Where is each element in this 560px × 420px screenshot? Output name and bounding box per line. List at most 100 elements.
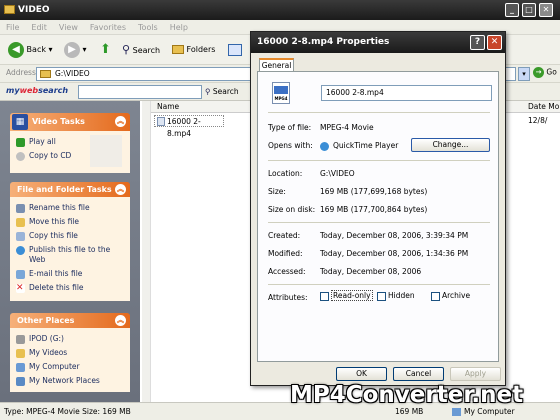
type-value: MPEG-4 Movie [320, 123, 374, 132]
checkbox-box[interactable] [431, 291, 440, 301]
size-value: 169 MB (177,699,168 bytes) [320, 187, 428, 196]
video-tasks-panel: ▦ Video Tasks ︽ Play all Copy to CD [10, 113, 130, 173]
folder-icon [16, 348, 25, 358]
views-icon [228, 43, 242, 56]
folder-icon [40, 70, 51, 78]
forward-button[interactable]: ▶ ▾ [64, 41, 87, 59]
status-text: Type: MPEG-4 Movie Size: 169 MB [4, 407, 131, 416]
menu-tools[interactable]: Tools [138, 23, 158, 32]
watermark-text: MP4Converter.net [290, 382, 524, 408]
file-row[interactable]: 16000 2-8.mp4 [154, 115, 224, 138]
address-dropdown-button[interactable]: ▾ [518, 67, 530, 81]
apply-button[interactable]: Apply [450, 367, 501, 381]
folders-button[interactable]: Folders [172, 41, 215, 59]
task-copy[interactable]: Copy this file [16, 229, 124, 243]
place-my-videos[interactable]: My Videos [16, 346, 124, 360]
task-pane: ▦ Video Tasks ︽ Play all Copy to CD File… [0, 101, 140, 402]
other-places-title: Other Places [17, 316, 75, 325]
video-tasks-header[interactable]: ▦ Video Tasks ︽ [10, 113, 130, 131]
tab-general[interactable]: General [259, 58, 294, 72]
file-folder-tasks-body: Rename this file Move this file Copy thi… [10, 197, 130, 301]
views-button[interactable] [228, 41, 242, 59]
up-arrow-icon: ⬆ [100, 42, 111, 57]
menu-view[interactable]: View [59, 23, 78, 32]
properties-dialog: 16000 2-8.mp4 Properties ? ✕ General MPG… [250, 31, 506, 386]
computer-icon [16, 362, 25, 372]
web-search-input[interactable] [78, 85, 202, 99]
move-icon [16, 217, 25, 227]
location-value: G:\VIDEO [320, 169, 355, 178]
other-places-header[interactable]: Other Places ︽ [10, 313, 130, 328]
chevron-up-icon[interactable]: ︽ [115, 315, 126, 326]
place-ipod[interactable]: IPOD (G:) [16, 332, 124, 346]
go-button[interactable]: → Go [533, 67, 557, 78]
window-titlebar: VIDEO _ □ ✕ [0, 0, 560, 20]
folders-icon [172, 45, 184, 54]
size-on-disk-value: 169 MB (177,700,864 bytes) [320, 205, 428, 214]
location-label: Location: [268, 169, 303, 178]
other-places-body: IPOD (G:) My Videos My Computer My Netwo… [10, 328, 130, 392]
type-label: Type of file: [268, 123, 312, 132]
size-label: Size: [268, 187, 286, 196]
search-label: Search [132, 46, 161, 55]
general-tab-panel: MPG4 16000 2-8.mp4 Type of file: MPEG-4 … [257, 71, 499, 362]
readonly-checkbox[interactable]: Read-only [320, 290, 373, 301]
divider [268, 284, 490, 285]
attributes-label: Attributes: [268, 293, 308, 302]
go-label: Go [546, 67, 557, 77]
opens-with-value: QuickTime Player [320, 141, 398, 151]
dialog-titlebar: 16000 2-8.mp4 Properties ? ✕ [251, 32, 505, 53]
video-file-icon [157, 117, 165, 126]
accessed-label: Accessed: [268, 267, 306, 276]
globe-icon [16, 245, 25, 255]
menu-favorites[interactable]: Favorites [90, 23, 126, 32]
folder-icon [4, 5, 15, 14]
task-rename[interactable]: Rename this file [16, 201, 124, 215]
menu-edit[interactable]: Edit [31, 23, 47, 32]
checkbox-box[interactable] [377, 291, 386, 301]
mpeg4-file-icon: MPG4 [272, 82, 290, 104]
back-label: Back [26, 45, 46, 54]
chevron-up-icon[interactable]: ︽ [115, 116, 126, 127]
checkbox-box[interactable] [320, 291, 329, 301]
help-button[interactable]: ? [470, 35, 485, 50]
file-folder-tasks-panel: File and Folder Tasks ︽ Rename this file… [10, 182, 130, 301]
maximize-button[interactable]: □ [522, 3, 536, 17]
computer-icon [452, 408, 461, 416]
chevron-up-icon[interactable]: ︽ [115, 184, 126, 195]
scrollbar[interactable] [142, 101, 151, 402]
play-icon [16, 137, 25, 147]
task-move[interactable]: Move this file [16, 215, 124, 229]
change-button[interactable]: Change... [411, 138, 490, 152]
column-date-modified[interactable]: Date Mo [528, 101, 559, 113]
column-name[interactable]: Name [157, 101, 179, 113]
place-my-network[interactable]: My Network Places [16, 374, 124, 388]
menu-help[interactable]: Help [170, 23, 188, 32]
ok-button[interactable]: OK [336, 367, 387, 381]
up-folder-button[interactable]: ⬆ [100, 41, 111, 59]
cancel-button[interactable]: Cancel [393, 367, 444, 381]
hidden-checkbox[interactable]: Hidden [377, 291, 415, 301]
task-publish[interactable]: Publish this file to the Web [16, 245, 124, 265]
back-button[interactable]: ◀ Back ▾ [8, 41, 53, 59]
file-folder-tasks-header[interactable]: File and Folder Tasks ︽ [10, 182, 130, 197]
address-label: Address [6, 68, 36, 77]
archive-checkbox[interactable]: Archive [431, 291, 470, 301]
magnifier-icon: ⚲ [122, 43, 131, 56]
film-icon: ▦ [12, 114, 28, 130]
quicktime-icon [320, 141, 329, 151]
task-delete[interactable]: ✕ Delete this file [16, 281, 124, 295]
menu-file[interactable]: File [6, 23, 19, 32]
place-my-computer[interactable]: My Computer [16, 360, 124, 374]
task-email[interactable]: E-mail this file [16, 267, 124, 281]
window-title: VIDEO [18, 5, 50, 15]
dialog-close-button[interactable]: ✕ [487, 35, 502, 50]
close-button[interactable]: ✕ [539, 3, 553, 17]
search-button[interactable]: ⚲ Search [122, 41, 160, 59]
file-folder-tasks-title: File and Folder Tasks [17, 185, 112, 194]
size-on-disk-label: Size on disk: [268, 205, 316, 214]
other-places-panel: Other Places ︽ IPOD (G:) My Videos My Co… [10, 313, 130, 392]
filename-field[interactable]: 16000 2-8.mp4 [321, 85, 492, 101]
minimize-button[interactable]: _ [505, 3, 519, 17]
web-search-button[interactable]: ⚲ Search [205, 85, 239, 99]
